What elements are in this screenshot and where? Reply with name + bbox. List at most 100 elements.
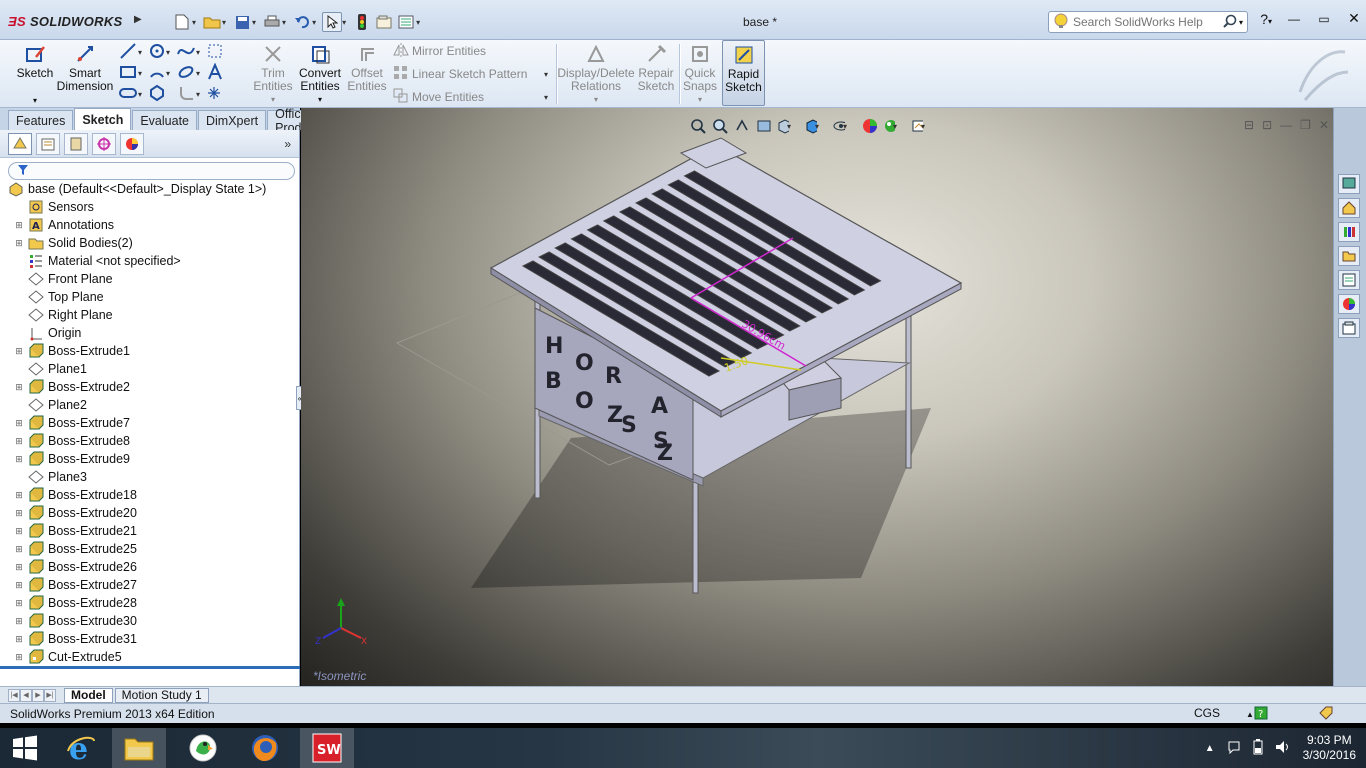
expand-toggle-icon[interactable]: ⊞: [14, 634, 24, 645]
tree-item[interactable]: ⊞ Boss-Extrude26: [8, 558, 298, 576]
mirror-entities-button[interactable]: Mirror Entities: [392, 41, 486, 61]
expand-toggle-icon[interactable]: ⊞: [14, 616, 24, 627]
tree-root[interactable]: base (Default<<Default>_Display State 1>…: [8, 180, 298, 198]
repair-sketch-button[interactable]: Repair Sketch: [636, 42, 676, 93]
graphics-area[interactable]: ▾ ▾ ▾ ▾ ▾ ⊟ ⊡ — ❐ ✕ H O B A R O S S Z Z …: [301, 108, 1333, 686]
file-explorer-icon[interactable]: [1338, 246, 1360, 266]
expand-toggle-icon[interactable]: ⊞: [14, 436, 24, 447]
tree-item[interactable]: ⊞ Boss-Extrude2: [8, 378, 298, 396]
appearances-icon[interactable]: [1338, 294, 1360, 314]
tree-item[interactable]: ⊞ Boss-Extrude18: [8, 486, 298, 504]
dimxpert-manager-tab-icon[interactable]: [92, 132, 116, 155]
print-icon[interactable]: [262, 12, 282, 32]
expand-toggle-icon[interactable]: ⊞: [14, 508, 24, 519]
view-palette-icon[interactable]: [1338, 270, 1360, 290]
text-tool-icon[interactable]: [206, 61, 224, 84]
tree-item[interactable]: ⊞ Boss-Extrude27: [8, 576, 298, 594]
rebuild-traffic-light-icon[interactable]: [352, 12, 372, 32]
help-search-input[interactable]: [1073, 15, 1213, 29]
circle-icon[interactable]: [148, 42, 166, 63]
tree-item[interactable]: ⊞ Boss-Extrude30: [8, 612, 298, 630]
expand-toggle-icon[interactable]: ⊞: [14, 580, 24, 591]
polygon-icon[interactable]: [148, 84, 166, 105]
sketch-button[interactable]: Sketch ▾: [14, 42, 56, 107]
search-dropdown-icon[interactable]: ▾: [1239, 18, 1243, 27]
save-icon[interactable]: [232, 12, 252, 32]
home-icon[interactable]: [1338, 198, 1360, 218]
windows-start-icon[interactable]: [0, 728, 50, 768]
undo-icon[interactable]: [292, 12, 312, 32]
internet-explorer-icon[interactable]: e: [54, 728, 108, 768]
tab-sketch[interactable]: Sketch: [74, 108, 132, 130]
solidworks-logo[interactable]: ƎS SOLIDWORKS: [8, 10, 123, 32]
help-search-box[interactable]: ▾: [1048, 11, 1248, 33]
options-icon[interactable]: [396, 12, 416, 32]
rectangle-icon[interactable]: [118, 63, 138, 84]
tab-model[interactable]: Model: [64, 687, 113, 703]
last-tab-icon[interactable]: ▶|: [44, 688, 56, 702]
slot-icon[interactable]: [118, 84, 138, 105]
convert-entities-button[interactable]: Convert Entities ▾: [298, 42, 342, 106]
property-manager-tab-icon[interactable]: [36, 132, 60, 155]
tree-item[interactable]: Plane1: [8, 360, 298, 378]
parrot-app-icon[interactable]: [176, 728, 230, 768]
minimize-icon[interactable]: —: [1282, 12, 1306, 26]
arc-icon[interactable]: [148, 63, 166, 84]
ellipse-icon[interactable]: [176, 63, 196, 84]
expand-toggle-icon[interactable]: ⊞: [14, 562, 24, 573]
tree-item[interactable]: ⊞ Boss-Extrude25: [8, 540, 298, 558]
expand-toggle-icon[interactable]: ⊞: [14, 418, 24, 429]
expand-toggle-icon[interactable]: ⊞: [14, 652, 24, 663]
tree-item[interactable]: ⊞ Boss-Extrude28: [8, 594, 298, 612]
tree-item[interactable]: ⊞ Boss-Extrude20: [8, 504, 298, 522]
select-cursor-icon[interactable]: [322, 12, 343, 32]
volume-icon[interactable]: [1275, 740, 1291, 757]
tab-dimxpert[interactable]: DimXpert: [198, 110, 267, 130]
tree-item[interactable]: ⊞ A Annotations: [8, 216, 298, 234]
tree-item[interactable]: Top Plane: [8, 288, 298, 306]
tab-features[interactable]: Features: [8, 110, 74, 130]
tree-item[interactable]: Front Plane: [8, 270, 298, 288]
file-explorer-taskbar-icon[interactable]: [112, 728, 166, 768]
point-icon[interactable]: [206, 85, 222, 104]
tree-item[interactable]: ⊞ Boss-Extrude9: [8, 450, 298, 468]
battery-icon[interactable]: [1253, 738, 1263, 758]
line-icon[interactable]: [118, 42, 138, 63]
expand-toggle-icon[interactable]: ⊞: [14, 382, 24, 393]
construction-geometry-icon[interactable]: [206, 42, 224, 63]
feature-tree-tab-icon[interactable]: [8, 132, 32, 155]
expand-toggle-icon[interactable]: ⊞: [14, 346, 24, 357]
tree-item[interactable]: Origin: [8, 324, 298, 342]
tag-icon[interactable]: [1318, 706, 1334, 723]
file-properties-icon[interactable]: [374, 12, 394, 32]
expand-toggle-icon[interactable]: ⊞: [14, 454, 24, 465]
display-delete-relations-button[interactable]: Display/Delete Relations ▾: [557, 42, 635, 106]
firefox-icon[interactable]: [238, 728, 292, 768]
tree-item[interactable]: ⊞ Solid Bodies(2): [8, 234, 298, 252]
expand-toggle-icon[interactable]: ⊞: [14, 598, 24, 609]
help-question-icon[interactable]: ?▾: [1260, 11, 1272, 27]
tree-item[interactable]: ⊞ Boss-Extrude21: [8, 522, 298, 540]
configuration-manager-tab-icon[interactable]: [64, 132, 88, 155]
new-document-icon[interactable]: [172, 12, 192, 32]
smart-dimension-button[interactable]: Smart Dimension: [57, 42, 113, 93]
quick-snaps-button[interactable]: Quick Snaps ▾: [682, 42, 718, 106]
solidworks-resources-icon[interactable]: [1338, 174, 1360, 194]
move-entities-button[interactable]: Move Entities ▾: [392, 87, 552, 107]
close-icon[interactable]: ✕: [1342, 10, 1366, 27]
first-tab-icon[interactable]: |◀: [8, 688, 20, 702]
action-center-icon[interactable]: [1227, 740, 1241, 757]
open-folder-icon[interactable]: [202, 12, 222, 32]
expand-toggle-icon[interactable]: ⊞: [14, 526, 24, 537]
tree-item[interactable]: Right Plane: [8, 306, 298, 324]
tree-filter-box[interactable]: [8, 162, 295, 180]
fillet-icon[interactable]: [178, 84, 196, 105]
expand-toggle-icon[interactable]: ⊞: [14, 238, 24, 249]
tree-item[interactable]: ⊞ Boss-Extrude1: [8, 342, 298, 360]
tree-item[interactable]: Material <not specified>: [8, 252, 298, 270]
custom-properties-icon[interactable]: [1338, 318, 1360, 338]
solidworks-taskbar-icon[interactable]: SW: [300, 728, 354, 768]
expand-toggle-icon[interactable]: ⊞: [14, 544, 24, 555]
spline-icon[interactable]: [176, 42, 196, 63]
rapid-sketch-button[interactable]: Rapid Sketch: [722, 40, 765, 106]
